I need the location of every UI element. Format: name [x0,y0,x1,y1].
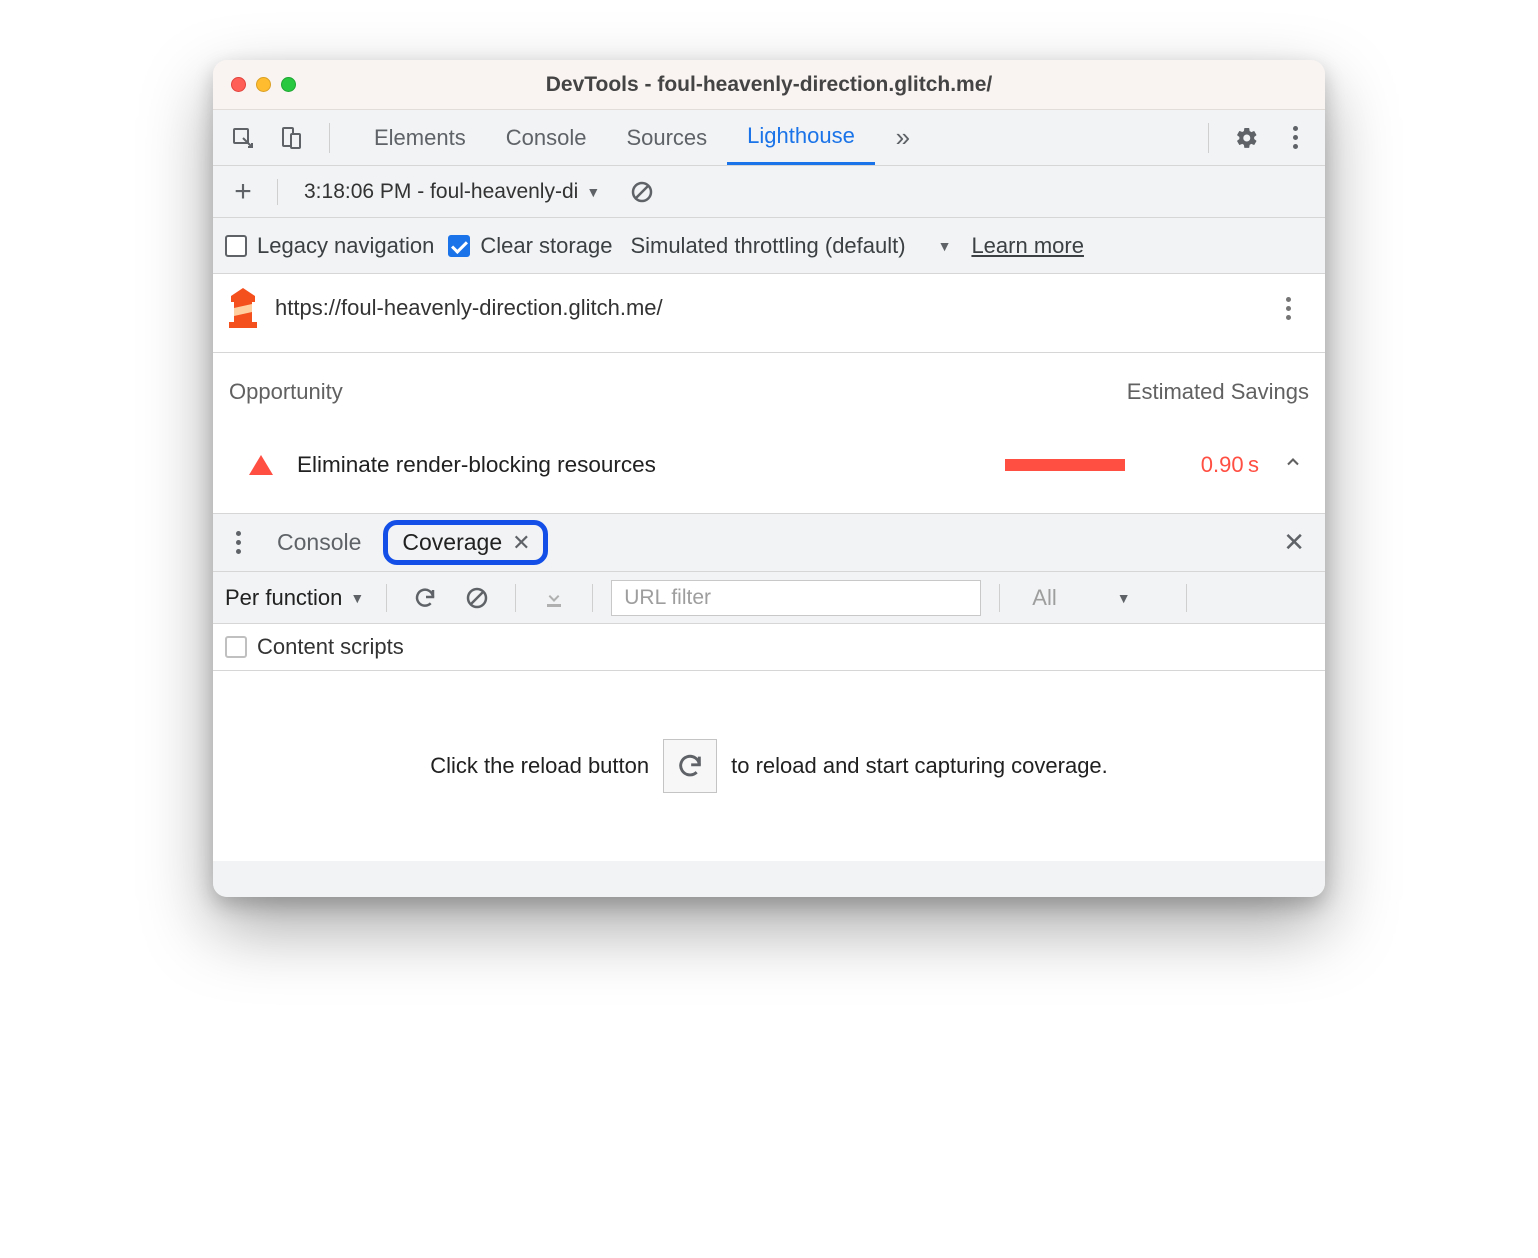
fail-triangle-icon [249,455,273,475]
zoom-window-button[interactable] [281,77,296,92]
clear-storage-label: Clear storage [480,233,612,259]
new-report-button[interactable]: + [225,175,261,209]
throttling-label: Simulated throttling (default) [630,233,905,259]
dropdown-caret-icon: ▼ [586,184,600,200]
throttling-selector[interactable]: Simulated throttling (default) [630,233,905,259]
settings-gear-icon[interactable] [1227,118,1267,158]
coverage-empty-state: Click the reload button to reload and st… [213,671,1325,861]
legacy-navigation-checkbox[interactable]: Legacy navigation [225,233,434,259]
minimize-window-button[interactable] [256,77,271,92]
device-toggle-icon[interactable] [271,118,311,158]
bottom-bar [213,861,1325,897]
clear-storage-checkbox[interactable]: Clear storage [448,233,612,259]
clear-icon[interactable] [457,578,497,618]
report-selector[interactable]: 3:18:06 PM - foul-heavenly-di ▼ [294,176,610,208]
coverage-hint-pre: Click the reload button [430,753,649,779]
lighthouse-logo-icon [225,288,261,328]
toolbar-divider [329,123,330,153]
toolbar-divider [386,584,387,612]
url-filter-input[interactable] [611,580,981,616]
lighthouse-report-toolbar: + 3:18:06 PM - foul-heavenly-di ▼ [213,166,1325,218]
reload-icon[interactable] [405,578,445,618]
toolbar-divider [592,584,593,612]
savings-bar [1005,459,1145,471]
toolbar-divider [999,584,1000,612]
savings-column-label: Estimated Savings [1127,379,1309,405]
main-toolbar: Elements Console Sources Lighthouse » [213,110,1325,166]
checkbox-icon [225,235,247,257]
coverage-toolbar: Per function ▼ All ▼ [213,572,1325,624]
chevron-up-icon[interactable] [1283,451,1303,479]
window-controls [231,77,296,92]
tab-console[interactable]: Console [486,110,607,165]
toolbar-divider [515,584,516,612]
content-scripts-label: Content scripts [257,634,404,660]
savings-value: 0.90 s [1169,452,1259,478]
coverage-hint-post: to reload and start capturing coverage. [731,753,1108,779]
window-title: DevTools - foul-heavenly-direction.glitc… [213,73,1325,97]
drawer-tab-console[interactable]: Console [267,523,371,562]
panel-tabs: Elements Console Sources Lighthouse [354,110,875,165]
legacy-navigation-label: Legacy navigation [257,233,434,259]
content-scripts-row: Content scripts [213,624,1325,671]
close-tab-icon[interactable]: ✕ [512,530,530,556]
opportunity-label: Eliminate render-blocking resources [297,452,981,478]
clear-icon[interactable] [622,172,662,212]
checkbox-icon [225,636,247,658]
more-tabs-icon[interactable]: » [883,118,923,158]
url-filter-wrapper [611,580,981,616]
granularity-selector[interactable]: Per function ▼ [221,585,368,611]
inspect-element-icon[interactable] [223,118,263,158]
granularity-label: Per function [225,585,342,611]
content-scripts-checkbox[interactable]: Content scripts [225,634,404,660]
toolbar-divider [277,179,278,205]
main-menu-kebab-icon[interactable] [1275,118,1315,158]
title-bar: DevTools - foul-heavenly-direction.glitc… [213,60,1325,110]
dropdown-caret-icon: ▼ [350,590,364,606]
type-filter-label: All [1032,585,1056,611]
drawer-tab-coverage[interactable]: Coverage ✕ [383,520,547,565]
opportunities-header: Opportunity Estimated Savings [213,353,1325,429]
opportunities-section: Opportunity Estimated Savings Eliminate … [213,353,1325,514]
export-icon [534,578,574,618]
type-filter-selector[interactable]: All ▼ [1018,585,1168,611]
dropdown-caret-icon[interactable]: ▼ [938,238,952,254]
report-menu-kebab-icon[interactable] [1273,297,1303,320]
learn-more-link[interactable]: Learn more [971,233,1084,259]
dropdown-caret-icon: ▼ [1117,590,1131,606]
close-drawer-icon[interactable]: ✕ [1275,523,1313,562]
report-selector-label: 3:18:06 PM - foul-heavenly-di [304,180,578,204]
drawer-tab-coverage-label: Coverage [402,529,502,556]
toolbar-divider [1186,584,1187,612]
tab-sources[interactable]: Sources [606,110,727,165]
reload-button[interactable] [663,739,717,793]
lighthouse-options-row: Legacy navigation Clear storage Simulate… [213,218,1325,274]
devtools-window: DevTools - foul-heavenly-direction.glitc… [213,60,1325,897]
close-window-button[interactable] [231,77,246,92]
checkbox-checked-icon [448,235,470,257]
audited-url: https://foul-heavenly-direction.glitch.m… [275,295,1259,321]
tab-elements[interactable]: Elements [354,110,486,165]
opportunity-column-label: Opportunity [229,379,343,405]
drawer-tabbar: Console Coverage ✕ ✕ [213,514,1325,572]
toolbar-divider [1208,123,1209,153]
drawer-menu-kebab-icon[interactable] [225,531,251,554]
opportunity-row[interactable]: Eliminate render-blocking resources 0.90… [213,429,1325,513]
tab-lighthouse[interactable]: Lighthouse [727,110,875,165]
lighthouse-url-row: https://foul-heavenly-direction.glitch.m… [213,274,1325,353]
